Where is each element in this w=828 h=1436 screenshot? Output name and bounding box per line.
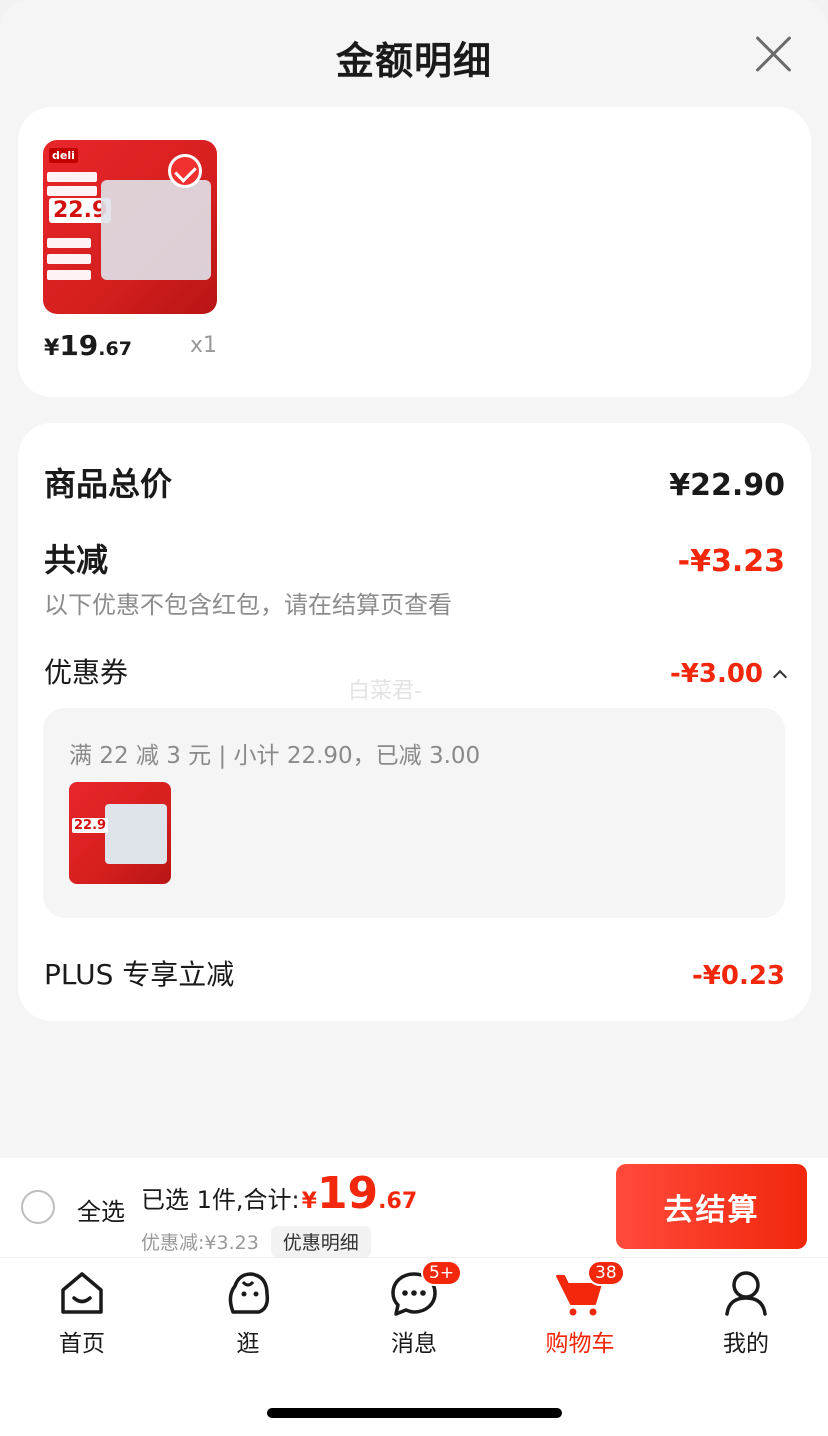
total-integer: 19 [316,1168,379,1219]
product-price: ¥19.67 [44,329,132,362]
total-row: 商品总价 ¥22.90 [44,459,785,505]
product-package [105,804,167,864]
coupon-label: 优惠券 [44,656,129,689]
sheet-title: 金额明细 [335,39,492,83]
cart-icon: 38 [555,1260,625,1318]
cart-badge: 38 [587,1260,625,1286]
coupon-value-wrap: -¥3.00 [669,659,788,689]
product-logo: deli [49,148,78,163]
tab-home[interactable]: 首页 [22,1268,142,1358]
plus-row: PLUS 专享立减 -¥0.23 [44,953,785,993]
coupon-detail-box: 满 22 减 3 元 | 小计 22.90，已减 3.00 22.9 [43,708,785,918]
reduce-value: -¥3.23 [677,544,785,579]
browse-icon [223,1268,273,1318]
close-icon[interactable] [752,32,796,76]
product-quantity: x1 [190,333,218,358]
home-indicator [267,1408,562,1418]
coupon-detail-text: 满 22 减 3 元 | 小计 22.90，已减 3.00 [69,743,481,769]
selected-check-icon[interactable] [168,154,202,188]
selected-total: 已选 1件,合计: ¥ 19 .67 [141,1168,417,1219]
reduce-label: 共减 [44,541,109,579]
checkout-bar: 全选 已选 1件,合计: ¥ 19 .67 优惠减:¥3.23 优惠明细 去结算 [0,1158,828,1258]
selected-text: 已选 1件,合计: [141,1186,300,1214]
tab-messages[interactable]: 5+ 消息 [354,1260,474,1358]
chevron-up-icon[interactable] [772,669,788,685]
plus-label: PLUS 专享立减 [44,958,235,991]
amount-detail-sheet: 金额明细 deli 22.9 ¥19.67 x1 商品总价 ¥22.90 共减 … [0,0,828,1160]
tab-label: 消息 [391,1331,437,1357]
tab-label: 逛 [236,1331,260,1357]
product-package [101,180,211,280]
tab-browse[interactable]: 逛 [188,1268,308,1358]
message-badge: 5+ [421,1260,463,1286]
discount-detail-button[interactable]: 优惠明细 [270,1226,371,1257]
image-stripe [47,238,91,248]
total-decimal: .67 [378,1189,418,1214]
price-currency: ¥ [44,336,60,361]
select-all-radio[interactable] [21,1190,55,1224]
price-summary-card: 商品总价 ¥22.90 共减 -¥3.23 以下优惠不包含红包，请在结算页查看 … [18,423,811,1021]
plus-value: -¥0.23 [691,961,785,991]
tab-cart[interactable]: 38 购物车 [520,1260,640,1358]
coupon-value: -¥3.00 [669,659,763,689]
discount-line: 优惠减:¥3.23 优惠明细 [141,1226,371,1257]
watermark: 白菜君- [348,679,422,704]
profile-icon [721,1268,771,1318]
total-label: 商品总价 [44,465,173,503]
checkout-button[interactable]: 去结算 [616,1164,807,1249]
image-stripe [47,172,97,182]
tab-profile[interactable]: 我的 [686,1268,806,1358]
home-icon [57,1268,107,1318]
total-currency: ¥ [301,1189,317,1214]
image-stripe [47,270,91,280]
tab-label: 购物车 [545,1331,615,1357]
price-integer: 19 [59,329,99,362]
total-value: ¥22.90 [669,468,785,503]
image-stripe [47,186,97,196]
discount-text: 优惠减:¥3.23 [141,1232,259,1254]
image-stripe [47,254,91,264]
coupon-product-image[interactable]: 22.9 [69,782,171,884]
reduce-note: 以下优惠不包含红包，请在结算页查看 [44,591,452,619]
reduce-row: 共减 -¥3.23 [44,535,785,581]
product-card: deli 22.9 ¥19.67 x1 [18,107,811,397]
tab-label: 我的 [723,1331,769,1357]
message-icon: 5+ [389,1260,463,1318]
tab-label: 首页 [59,1331,105,1357]
select-all-label[interactable]: 全选 [77,1192,125,1227]
price-decimal: .67 [98,338,132,360]
product-price-tag: 22.9 [72,818,109,833]
